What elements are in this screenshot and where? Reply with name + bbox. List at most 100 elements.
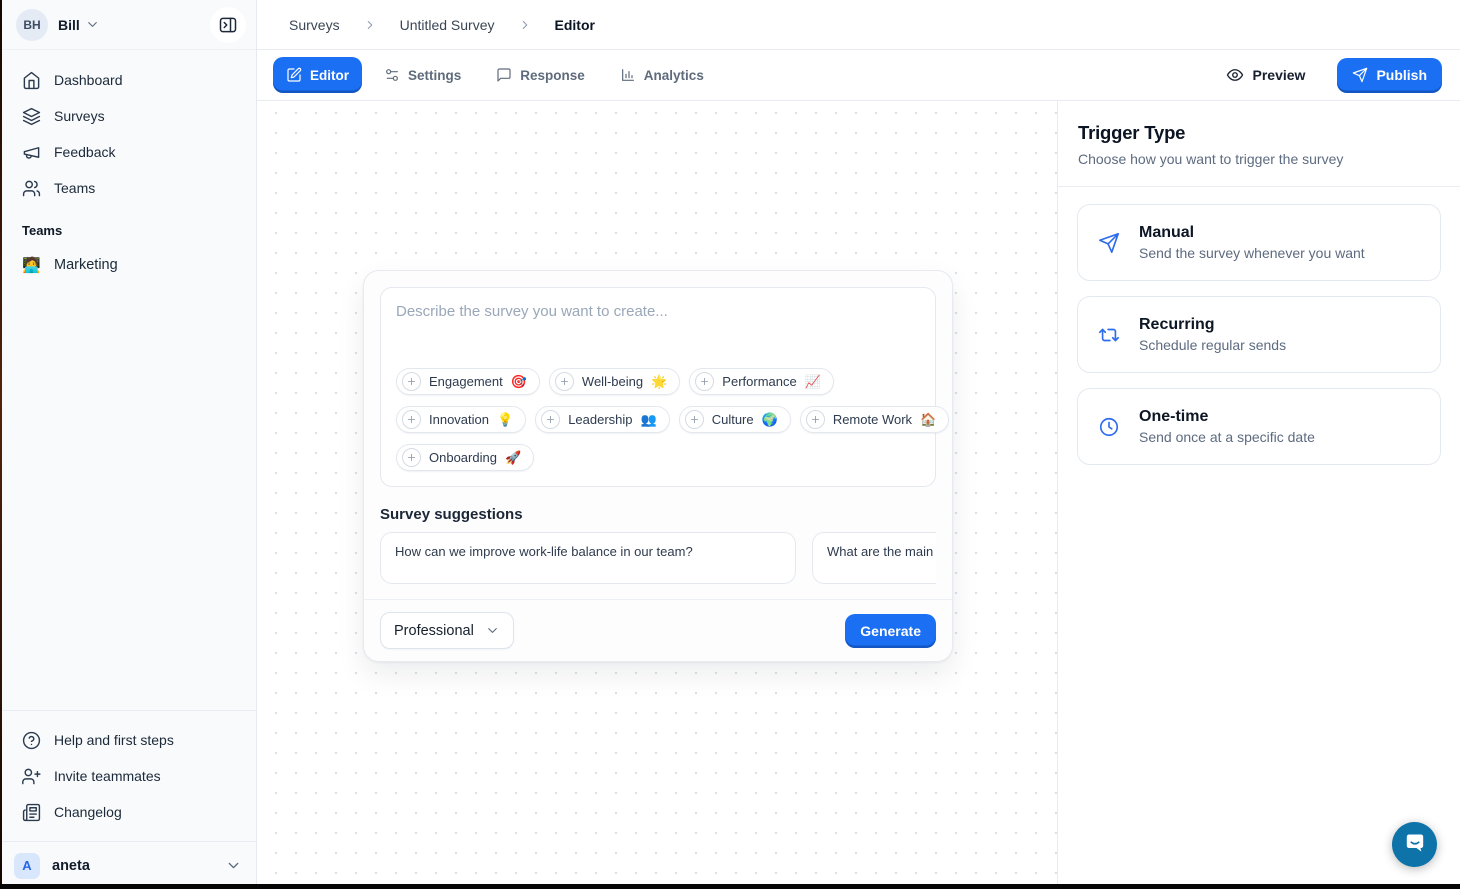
topic-chip-onboarding[interactable]: Onboarding 🚀: [396, 444, 534, 471]
trigger-panel-header: Trigger Type Choose how you want to trig…: [1058, 101, 1460, 187]
tab-analytics[interactable]: Analytics: [607, 57, 717, 93]
megaphone-icon: [22, 143, 41, 162]
sidebar-item-surveys[interactable]: Surveys: [12, 99, 244, 133]
sidebar-item-label: Invite teammates: [54, 768, 161, 784]
sidebar-item-feedback[interactable]: Feedback: [12, 135, 244, 169]
editor-canvas[interactable]: Engagement 🎯 Well-being 🌟: [257, 101, 1057, 889]
globe-emoji-icon: 🌍: [762, 412, 778, 428]
generate-button[interactable]: Generate: [845, 614, 936, 648]
plus-icon: [402, 372, 421, 391]
workspace-name[interactable]: Bill: [58, 17, 80, 33]
sidebar-item-dashboard[interactable]: Dashboard: [12, 63, 244, 97]
sidebar-spacer: [0, 282, 256, 710]
clock-icon: [1098, 416, 1120, 438]
preview-button[interactable]: Preview: [1226, 66, 1306, 84]
window-bottom-edge: [0, 884, 1460, 889]
trigger-options: Manual Send the survey whenever you want…: [1058, 187, 1460, 482]
tab-label: Settings: [408, 68, 461, 83]
suggestions-row: How can we improve work-life balance in …: [380, 532, 936, 584]
chart-emoji-icon: 📈: [805, 374, 821, 390]
topic-chip-well-being[interactable]: Well-being 🌟: [549, 368, 680, 395]
chip-row: Engagement 🎯 Well-being 🌟: [396, 368, 920, 395]
prompt-card: Engagement 🎯 Well-being 🌟: [380, 287, 936, 487]
repeat-icon: [1098, 324, 1120, 346]
sidebar: BH Bill Dashboard: [0, 0, 257, 889]
tab-label: Response: [520, 68, 585, 83]
breadcrumb-untitled-survey[interactable]: Untitled Survey: [400, 17, 495, 33]
sidebar-nav: Dashboard Surveys Feedback Teams: [0, 50, 256, 282]
topic-chip-innovation[interactable]: Innovation 💡: [396, 406, 526, 433]
plus-icon: [685, 410, 704, 429]
survey-description-input[interactable]: [396, 303, 920, 368]
publish-button[interactable]: Publish: [1337, 58, 1442, 93]
topic-chip-engagement[interactable]: Engagement 🎯: [396, 368, 540, 395]
send-icon: [1098, 232, 1120, 254]
tone-select[interactable]: Professional: [380, 612, 514, 649]
trigger-option-one-time[interactable]: One-time Send once at a specific date: [1077, 388, 1441, 465]
chip-label: Innovation: [429, 412, 489, 427]
sidebar-item-help[interactable]: Help and first steps: [12, 723, 244, 757]
chip-row: Innovation 💡 Leadership 👥: [396, 406, 920, 433]
suggestions-heading: Survey suggestions: [380, 506, 936, 523]
collapse-sidebar-button[interactable]: [210, 7, 246, 43]
chip-label: Onboarding: [429, 450, 497, 465]
suggestion-card[interactable]: How can we improve work-life balance in …: [380, 532, 796, 584]
chevron-down-icon: [485, 623, 500, 638]
chevron-down-icon: [225, 857, 242, 874]
breadcrumb-surveys[interactable]: Surveys: [289, 17, 340, 33]
chip-label: Engagement: [429, 374, 503, 389]
topic-chip-performance[interactable]: Performance 📈: [689, 368, 834, 395]
plus-icon: [806, 410, 825, 429]
topic-chip-remote-work[interactable]: Remote Work 🏠: [800, 406, 949, 433]
suggestion-card[interactable]: What are the main ob: [812, 532, 936, 584]
trigger-option-description: Send the survey whenever you want: [1139, 245, 1365, 261]
sidebar-item-label: Surveys: [54, 108, 105, 124]
sidebar-item-changelog[interactable]: Changelog: [12, 795, 244, 829]
sidebar-item-label: Help and first steps: [54, 732, 174, 748]
chip-label: Well-being: [582, 374, 643, 389]
trigger-option-description: Schedule regular sends: [1139, 337, 1286, 353]
tone-selected-value: Professional: [394, 623, 474, 639]
bulb-emoji-icon: 💡: [497, 412, 513, 428]
home-icon: [22, 71, 41, 90]
panel-title: Trigger Type: [1078, 122, 1440, 144]
topic-chip-culture[interactable]: Culture 🌍: [679, 406, 791, 433]
panel-collapse-icon: [218, 15, 238, 35]
suggestion-text: How can we improve work-life balance in …: [395, 544, 693, 559]
sidebar-team-marketing[interactable]: 🧑‍💻 Marketing: [12, 248, 244, 282]
tab-editor[interactable]: Editor: [273, 57, 362, 93]
message-square-icon: [496, 67, 512, 83]
edit-pencil-icon: [286, 67, 302, 83]
topic-chip-leadership[interactable]: Leadership 👥: [535, 406, 670, 433]
trigger-option-manual[interactable]: Manual Send the survey whenever you want: [1077, 204, 1441, 281]
tab-response[interactable]: Response: [483, 57, 598, 93]
layers-icon: [22, 107, 41, 126]
sidebar-item-label: Teams: [54, 180, 95, 196]
generator-footer: Professional Generate: [364, 599, 952, 661]
star-emoji-icon: 🌟: [651, 374, 667, 390]
window-left-edge: [0, 0, 2, 889]
chip-label: Culture: [712, 412, 754, 427]
users-icon: [22, 179, 41, 198]
chevron-down-icon: [85, 17, 100, 32]
app-root: BH Bill Dashboard: [0, 0, 1460, 889]
publish-label: Publish: [1376, 67, 1427, 83]
sidebar-item-teams[interactable]: Teams: [12, 171, 244, 205]
chat-launcher-button[interactable]: [1392, 822, 1437, 867]
sidebar-item-label: Dashboard: [54, 72, 123, 88]
trigger-option-title: One-time: [1139, 408, 1315, 426]
chip-row: Onboarding 🚀: [396, 444, 920, 471]
user-menu[interactable]: A aneta: [0, 841, 256, 889]
sidebar-item-label: Feedback: [54, 144, 115, 160]
sidebar-item-invite[interactable]: Invite teammates: [12, 759, 244, 793]
sidebar-footer-nav: Help and first steps Invite teammates Ch…: [0, 710, 256, 841]
chip-label: Leadership: [568, 412, 632, 427]
eye-icon: [1226, 66, 1244, 84]
tab-settings[interactable]: Settings: [371, 57, 474, 93]
trigger-option-recurring[interactable]: Recurring Schedule regular sends: [1077, 296, 1441, 373]
dart-emoji-icon: 🎯: [511, 374, 527, 390]
panel-subtitle: Choose how you want to trigger the surve…: [1078, 151, 1440, 167]
workspace-avatar[interactable]: BH: [16, 9, 48, 41]
survey-generator-card: Engagement 🎯 Well-being 🌟: [363, 270, 953, 662]
help-circle-icon: [22, 731, 41, 750]
